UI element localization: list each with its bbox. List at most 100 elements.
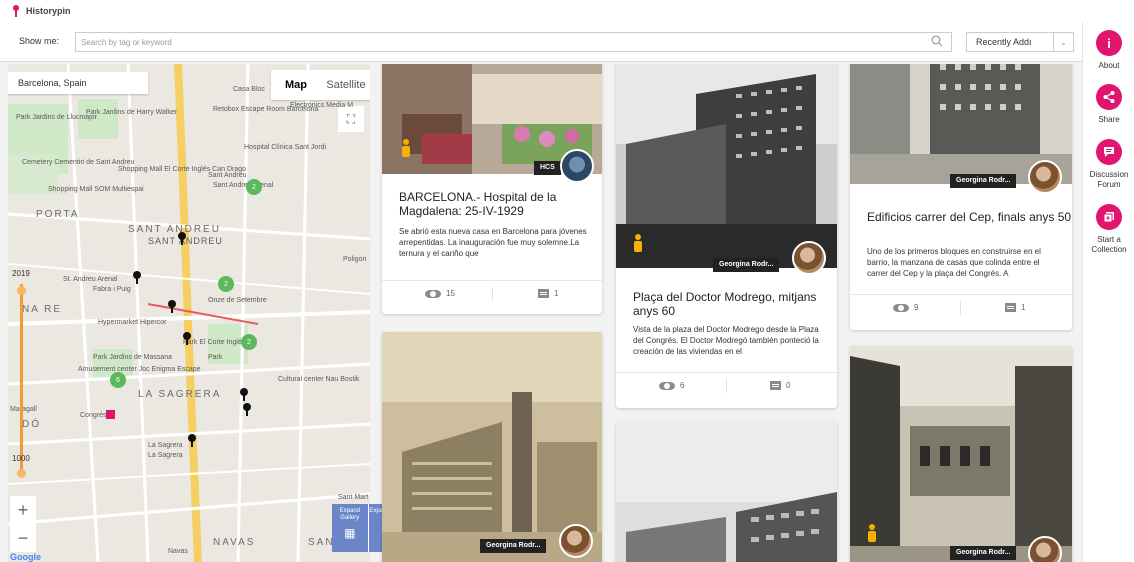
selected-marker[interactable] (106, 410, 115, 419)
search-icon[interactable] (931, 35, 943, 47)
stats-divider (960, 301, 961, 315)
stats-divider (726, 379, 727, 393)
photo-card[interactable]: Georgina Rodr... (850, 346, 1072, 562)
map-label: SANT ANDREU (128, 224, 221, 235)
photo-card[interactable]: Georgina Rodr... Plaça del Doctor Modreg… (616, 64, 837, 408)
card-stats: 15 1 (382, 280, 602, 308)
comment-icon (770, 381, 781, 390)
search-input[interactable]: Search by tag or keyword (75, 32, 952, 52)
sidebar-item-label: Start a Collection (1091, 235, 1127, 254)
map-pin-marker[interactable] (243, 403, 251, 416)
photo-card[interactable]: HCS BARCELONA.- Hospital de la Magdalena… (382, 64, 602, 314)
photo-card[interactable]: Georgina Rodr... (382, 332, 602, 562)
map-pin-marker[interactable] (188, 434, 196, 447)
historypin-logo-icon[interactable] (12, 5, 20, 17)
owner-avatar[interactable] (560, 149, 594, 183)
photo-card[interactable]: Georgina Rodr... Edificios carrer del Ce… (850, 64, 1072, 330)
map-type-satellite-button[interactable]: Satellite (321, 70, 370, 100)
card-title[interactable]: Plaça del Doctor Modrego, mitjans anys 6… (633, 290, 837, 318)
map-type-map-button[interactable]: Map (271, 70, 321, 100)
timeline-end-year: 1000 (12, 454, 30, 463)
expand-gallery-button[interactable]: Expand Gallery ▦ (332, 504, 369, 552)
map-panel[interactable]: Barcelona, Spain Map Satellite ⛶ Casa Bl… (8, 64, 370, 562)
map-label: Fabra i Puig (93, 286, 131, 293)
zoom-control: + − (10, 496, 36, 552)
comments-stat[interactable]: 1 (538, 289, 558, 298)
app-title[interactable]: Historypin (26, 6, 71, 16)
gallery: HCS BARCELONA.- Hospital de la Magdalena… (370, 64, 1082, 562)
timeline-slider[interactable] (20, 284, 23, 474)
map-pin-marker[interactable] (133, 271, 141, 284)
map-label: Park El Corte Inglés (183, 339, 246, 346)
sidebar-item-share[interactable]: Share (1083, 84, 1134, 125)
map-cluster-marker[interactable]: 2 (241, 334, 257, 350)
chevron-down-icon: ⌄ (1053, 33, 1073, 51)
zoom-in-button[interactable]: + (10, 496, 36, 524)
chat-icon (1096, 139, 1122, 165)
map-pin-marker[interactable] (240, 388, 248, 401)
views-count: 15 (446, 289, 455, 298)
photo-thumbnail[interactable] (616, 64, 837, 268)
card-stats: 9 1 (850, 294, 1072, 322)
card-title[interactable]: BARCELONA.- Hospital de la Magdalena: 25… (399, 190, 602, 218)
map-pin-marker[interactable] (178, 232, 186, 245)
sidebar-item-label: Share (1098, 115, 1120, 124)
owner-name[interactable]: Georgina Rodr... (950, 546, 1017, 560)
show-me-label: Show me: (19, 36, 60, 46)
views-count: 9 (914, 303, 919, 312)
map-label: Onze de Setembre (208, 297, 267, 304)
map-tiles (8, 64, 370, 562)
comment-icon (1005, 303, 1016, 312)
map-label: Navas (168, 548, 188, 555)
card-description: Vista de la plaza del Doctor Modrego des… (633, 325, 819, 356)
comments-stat[interactable]: 0 (770, 381, 790, 390)
map-label: DÓ (22, 419, 41, 430)
map-label: Casa Bloc (233, 86, 265, 93)
map-label: Park Jardins de Llucmajor (16, 114, 97, 121)
owner-name[interactable]: HCS (534, 161, 561, 175)
photo-thumbnail[interactable] (850, 346, 1072, 562)
photo-card[interactable] (616, 422, 837, 562)
map-label: St. Andreu Arenal (63, 276, 118, 283)
timeline-end-handle[interactable] (17, 469, 26, 478)
owner-name[interactable]: Georgina Rodr... (713, 258, 780, 272)
card-title[interactable]: Edificios carrer del Cep, finals anys 50 (867, 210, 1071, 224)
map-cluster-marker[interactable]: 6 (110, 372, 126, 388)
owner-avatar[interactable] (1028, 536, 1062, 562)
comment-icon (538, 289, 549, 298)
owner-avatar[interactable] (792, 241, 826, 275)
map-type-toggle: Map Satellite (271, 70, 370, 100)
owner-avatar[interactable] (559, 524, 593, 558)
google-logo: Google (10, 552, 41, 562)
owner-name[interactable]: Georgina Rodr... (950, 174, 1017, 188)
sort-select[interactable]: Recently Addı ⌄ (966, 32, 1074, 52)
map-cluster-marker[interactable]: 2 (218, 276, 234, 292)
timeline-start-handle[interactable] (17, 286, 26, 295)
sidebar-item-discussion[interactable]: Discussion Forum (1083, 139, 1134, 190)
map-label: La Sagrera (148, 452, 183, 459)
map-pin-marker[interactable] (168, 300, 176, 313)
fullscreen-icon[interactable]: ⛶ (338, 106, 364, 132)
sidebar-item-about[interactable]: i About (1083, 30, 1134, 71)
map-pin-marker[interactable] (183, 332, 191, 345)
right-sidebar: i About Share Discussion Forum Start a C… (1082, 22, 1134, 562)
info-icon: i (1096, 30, 1122, 56)
map-label: Maragall (10, 406, 37, 413)
map-cluster-marker[interactable]: 2 (246, 179, 262, 195)
card-description: Se abrió esta nueva casa en Barcelona pa… (399, 227, 587, 258)
map-label: Park Jardins de Harry Walker (86, 109, 178, 116)
owner-avatar[interactable] (1028, 160, 1062, 194)
map-label: NAVAS (213, 537, 256, 548)
map-label: Cemetery Cementiri de Sant Andreu (22, 159, 135, 166)
owner-name[interactable]: Georgina Rodr... (480, 539, 547, 553)
pegman-icon (402, 139, 410, 157)
sidebar-item-start-collection[interactable]: Start a Collection (1083, 204, 1134, 255)
map-label: NA RE (22, 304, 63, 315)
comments-stat[interactable]: 1 (1005, 303, 1025, 312)
zoom-out-button[interactable]: − (10, 524, 36, 552)
map-label: Electronics Media M (290, 102, 354, 109)
views-stat: 15 (425, 289, 455, 298)
map-label: LA SAGRERA (138, 389, 222, 400)
photo-thumbnail[interactable] (616, 422, 837, 562)
map-label: PORTA (36, 209, 80, 220)
